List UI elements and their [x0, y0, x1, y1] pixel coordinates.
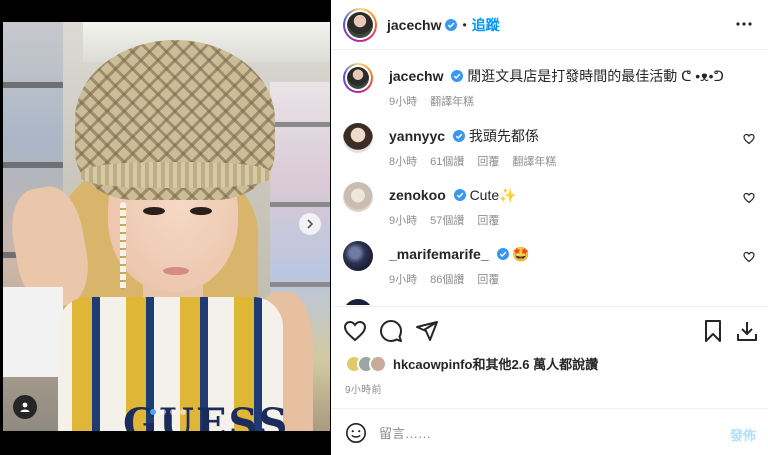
comment-body: yannyyc 我頭先都係	[389, 127, 739, 145]
comment-item-partial	[343, 299, 755, 305]
bookmark-icon[interactable]	[701, 319, 725, 343]
user-tag-icon	[20, 402, 30, 412]
earring	[120, 202, 126, 290]
comment-likes[interactable]: 86個讚	[430, 271, 464, 287]
comment-meta: 8小時 61個讚 回覆 翻譯年糕	[389, 153, 556, 169]
translate-link[interactable]: 翻譯年糕	[430, 93, 474, 109]
comment-time[interactable]: 9小時	[389, 212, 417, 228]
carousel-dot	[170, 409, 176, 415]
comment-likes[interactable]: 57個讚	[430, 212, 464, 228]
comment-time[interactable]: 8小時	[389, 153, 417, 169]
comment-meta: 9小時 86個讚 回覆	[389, 271, 499, 287]
likes-summary[interactable]: hkcaowpinfo和其他2.6 萬人都說讚	[345, 354, 598, 373]
caption-text: 閒逛文具店是打發時間的最佳活動 ᕦ •ᴥ•ᕤ	[467, 68, 724, 84]
comment-item: _marifemarife_ 🤩 9小時 86個讚 回覆	[343, 241, 755, 289]
caption-time[interactable]: 9小時	[389, 93, 417, 109]
emoji-icon[interactable]	[345, 422, 367, 444]
reply-link[interactable]: 回覆	[477, 153, 499, 169]
comment-item: yannyyc 我頭先都係 8小時 61個讚 回覆 翻譯年糕	[343, 123, 755, 171]
caption-meta: 9小時 翻譯年糕	[389, 93, 474, 109]
more-icon	[736, 22, 752, 26]
carousel-dot	[150, 409, 156, 415]
translate-link[interactable]: 翻譯年糕	[512, 153, 556, 169]
verified-icon	[496, 248, 509, 260]
action-bar	[331, 306, 768, 354]
commenter-username[interactable]: yannyyc	[389, 128, 445, 144]
verified-icon	[451, 70, 464, 82]
comment-likes[interactable]: 61個讚	[430, 153, 464, 169]
caption-username[interactable]: jacechw	[389, 68, 443, 84]
download-icon[interactable]	[735, 319, 759, 343]
reply-link[interactable]: 回覆	[477, 212, 499, 228]
right-eye	[190, 207, 212, 215]
heart-icon[interactable]	[743, 192, 755, 204]
comment-item: zenokoo Cute✨ 9小時 57個讚 回覆	[343, 182, 755, 230]
comment-input[interactable]	[379, 421, 719, 445]
lips	[163, 267, 189, 275]
share-icon[interactable]	[415, 319, 439, 343]
sleeve	[3, 287, 63, 377]
comment-body: _marifemarife_ 🤩	[389, 245, 739, 263]
likes-text[interactable]: hkcaowpinfo和其他2.6 萬人都說讚	[393, 354, 598, 373]
carousel-dot	[180, 409, 186, 415]
comment-text: 🤩	[512, 246, 530, 262]
hat-brim	[81, 162, 271, 188]
carousel-indicator	[150, 409, 186, 415]
commenter-avatar[interactable]	[343, 241, 373, 271]
commenter-username[interactable]: _marifemarife_	[389, 246, 489, 262]
comment-meta: 9小時 57個讚 回覆	[389, 212, 499, 228]
author-avatar[interactable]	[343, 7, 377, 42]
comment-body: zenokoo Cute✨	[389, 186, 739, 204]
liker-avatar	[369, 354, 387, 373]
commenter-avatar[interactable]	[343, 182, 373, 212]
post-panel: jacechw • 追蹤 jacechw 閒逛文具店是打發時間的最佳活動 ᕦ •…	[331, 0, 768, 455]
commenter-avatar[interactable]	[343, 299, 373, 305]
comment-text: 我頭先都係	[468, 128, 539, 144]
author-username[interactable]: jacechw	[387, 17, 441, 33]
post-photo[interactable]: GUESS	[3, 22, 330, 431]
verified-icon	[453, 189, 466, 201]
post-header: jacechw • 追蹤	[331, 0, 768, 50]
comment-time[interactable]: 9小時	[389, 271, 417, 287]
comment-text: Cute✨	[469, 187, 517, 203]
heart-icon[interactable]	[343, 319, 367, 343]
post-comment-button[interactable]: 發佈	[730, 425, 756, 444]
carousel-dot	[160, 409, 166, 415]
verified-icon	[445, 18, 458, 31]
commenter-username[interactable]: zenokoo	[389, 187, 446, 203]
verified-icon	[452, 130, 465, 142]
left-eye	[143, 207, 165, 215]
follow-button[interactable]: 追蹤	[472, 15, 500, 35]
chevron-right-icon	[307, 219, 314, 229]
separator-dot: •	[462, 17, 467, 32]
carousel-next-button[interactable]	[299, 213, 321, 235]
comments-section[interactable]: jacechw 閒逛文具店是打發時間的最佳活動 ᕦ •ᴥ•ᕤ 9小時 翻譯年糕 …	[331, 51, 768, 305]
user-tags-button[interactable]	[13, 395, 37, 419]
posted-time[interactable]: 9小時前	[345, 381, 382, 396]
commenter-avatar[interactable]	[343, 123, 373, 153]
more-options-button[interactable]	[734, 14, 754, 34]
heart-icon[interactable]	[743, 133, 755, 145]
author-avatar[interactable]	[343, 63, 373, 93]
caption-body: jacechw 閒逛文具店是打發時間的最佳活動 ᕦ •ᴥ•ᕤ	[389, 67, 739, 85]
caption: jacechw 閒逛文具店是打發時間的最佳活動 ᕦ •ᴥ•ᕤ 9小時 翻譯年糕	[343, 63, 755, 111]
post-media: GUESS	[0, 0, 331, 455]
comment-icon[interactable]	[379, 319, 403, 343]
comment-composer: 發佈	[331, 408, 768, 455]
reply-link[interactable]: 回覆	[477, 271, 499, 287]
heart-icon[interactable]	[743, 251, 755, 263]
shirt-print: GUESS	[123, 400, 290, 431]
